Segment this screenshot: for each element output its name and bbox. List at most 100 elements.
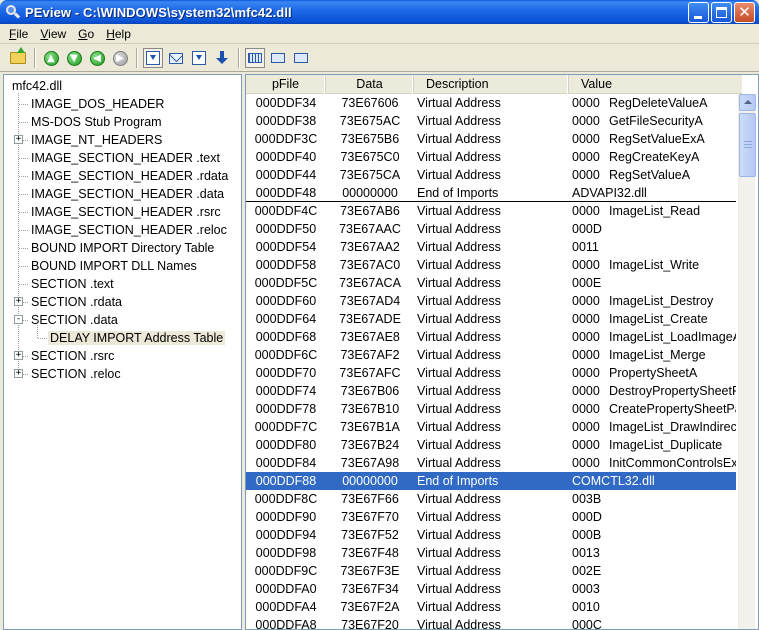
scroll-up-button[interactable]: [739, 94, 756, 111]
go-down-button[interactable]: ▼: [64, 48, 84, 68]
tree-item[interactable]: IMAGE_SECTION_HEADER .rdata: [29, 167, 230, 185]
table-row[interactable]: 000DDF54 73E67AA2 Virtual Address 0011: [246, 238, 736, 256]
cell-value: 0000 ImageList_LoadImageA: [569, 328, 736, 346]
close-button[interactable]: ✕: [734, 2, 755, 23]
column-header-description[interactable]: Description: [414, 75, 569, 94]
column-header-pfile[interactable]: pFile: [246, 75, 326, 94]
table-row[interactable]: 000DDF50 73E67AAC Virtual Address 000D: [246, 220, 736, 238]
go-back-button[interactable]: ◀: [87, 48, 107, 68]
tree-item[interactable]: IMAGE_NT_HEADERS: [29, 131, 164, 149]
tree-item[interactable]: IMAGE_SECTION_HEADER .data: [29, 185, 226, 203]
title-bar[interactable]: PEview - C:\WINDOWS\system32\mfc42.dll ✕: [0, 0, 759, 24]
cell-pfile: 000DDF40: [255, 150, 317, 164]
tree-item[interactable]: SECTION .text: [29, 275, 116, 293]
toolbar: ▲ ▼ ◀ ▶: [0, 45, 759, 72]
table-row[interactable]: 000DDF90 73E67F70 Virtual Address 000D: [246, 508, 736, 526]
tree-item[interactable]: SECTION .data: [29, 311, 120, 329]
table-row[interactable]: 000DDFA8 73E67F20 Virtual Address 000C: [246, 616, 736, 630]
view-dword-button[interactable]: [291, 48, 311, 68]
minimize-button[interactable]: [688, 2, 709, 23]
tree-item[interactable]: SECTION .rdata: [29, 293, 124, 311]
data-list[interactable]: pFile Data Description Value 000DDF34 73E…: [245, 74, 759, 630]
view-data-button[interactable]: [143, 48, 163, 68]
expand-plus-icon[interactable]: +: [14, 369, 23, 378]
tree-item[interactable]: IMAGE_SECTION_HEADER .rsrc: [29, 203, 223, 221]
table-row[interactable]: 000DDF9C 73E67F3E Virtual Address 002E: [246, 562, 736, 580]
close-icon: ✕: [738, 3, 751, 21]
value-hint: 000C: [572, 618, 602, 630]
table-row[interactable]: 000DDF78 73E67B10 Virtual Address 0000 Creat…: [246, 400, 736, 418]
menu-file[interactable]: File: [3, 25, 34, 43]
table-row[interactable]: 000DDF70 73E67AFC Virtual Address 0000 Prope…: [246, 364, 736, 382]
tree-item[interactable]: SECTION .rsrc: [29, 347, 116, 365]
table-row[interactable]: 000DDF6C 73E67AF2 Virtual Address 0000 Image…: [246, 346, 736, 364]
go-forward-button[interactable]: ▶: [110, 48, 130, 68]
chevron-up-icon: [744, 100, 752, 104]
view-word-button[interactable]: [268, 48, 288, 68]
collapse-minus-icon[interactable]: -: [14, 315, 23, 324]
tree-item[interactable]: SECTION .reloc: [29, 365, 123, 383]
table-row[interactable]: 000DDF44 73E675CA Virtual Address 0000 RegSe…: [246, 166, 736, 184]
table-row[interactable]: 000DDF68 73E67AE8 Virtual Address 0000 Image…: [246, 328, 736, 346]
table-row[interactable]: 000DDF84 73E67A98 Virtual Address 0000 InitC…: [246, 454, 736, 472]
tree-item[interactable]: IMAGE_DOS_HEADER: [29, 95, 166, 113]
tree-item[interactable]: BOUND IMPORT Directory Table: [29, 239, 216, 257]
open-file-button[interactable]: [8, 47, 28, 68]
value-hint: 0000: [572, 168, 600, 182]
table-row[interactable]: 000DDF48 00000000 End of Imports ADVAPI32.d…: [246, 184, 736, 202]
menu-view[interactable]: View: [34, 25, 72, 43]
go-up-button[interactable]: ▲: [41, 48, 61, 68]
tree-item[interactable]: MS-DOS Stub Program: [29, 113, 164, 131]
table-row[interactable]: 000DDF58 73E67AC0 Virtual Address 0000 Image…: [246, 256, 736, 274]
table-row[interactable]: 000DDF98 73E67F48 Virtual Address 0013: [246, 544, 736, 562]
maximize-button[interactable]: [711, 2, 732, 23]
menu-help[interactable]: Help: [100, 25, 137, 43]
table-row[interactable]: 000DDF60 73E67AD4 Virtual Address 0000 Image…: [246, 292, 736, 310]
value-name: ImageList_Write: [609, 258, 700, 272]
scroll-thumb[interactable]: [739, 113, 756, 177]
table-row[interactable]: 000DDF94 73E67F52 Virtual Address 000B: [246, 526, 736, 544]
table-row[interactable]: 000DDF88 00000000 End of Imports COMCTL32.d…: [246, 472, 736, 490]
export-button[interactable]: [189, 48, 209, 68]
table-row[interactable]: 000DDF4C 73E67AB6 Virtual Address 0000 Image…: [246, 202, 736, 220]
cell-value: 002E: [569, 562, 736, 580]
table-row[interactable]: 000DDF5C 73E67ACA Virtual Address 000E: [246, 274, 736, 292]
cell-value: 0000 ImageList_Read: [569, 202, 736, 220]
column-header-data[interactable]: Data: [326, 75, 414, 94]
save-button[interactable]: [212, 48, 232, 68]
table-row[interactable]: 000DDF40 73E675C0 Virtual Address 0000 RegCr…: [246, 148, 736, 166]
vertical-scrollbar[interactable]: [738, 94, 756, 629]
expand-plus-icon[interactable]: +: [14, 135, 23, 144]
expand-plus-icon[interactable]: +: [14, 351, 23, 360]
cell-description: Virtual Address: [417, 312, 501, 326]
menu-go[interactable]: Go: [72, 25, 100, 43]
column-header-value[interactable]: Value: [569, 75, 743, 94]
cell-value: ADVAPI32.dll: [569, 184, 736, 201]
table-row[interactable]: 000DDF38 73E675AC Virtual Address 0000 GetFi…: [246, 112, 736, 130]
expand-plus-icon[interactable]: +: [14, 297, 23, 306]
tree-item[interactable]: IMAGE_SECTION_HEADER .text: [29, 149, 222, 167]
tree-connector-line: [19, 158, 28, 159]
table-row[interactable]: 000DDFA4 73E67F2A Virtual Address 0010: [246, 598, 736, 616]
cell-value: 0000 RegSetValueA: [569, 166, 736, 184]
value-hint: 0000: [572, 366, 600, 380]
table-row[interactable]: 000DDF3C 73E675B6 Virtual Address 0000 RegSe…: [246, 130, 736, 148]
view-envelope-button[interactable]: [166, 48, 186, 68]
tree-item[interactable]: DELAY IMPORT Address Table: [48, 329, 226, 347]
view-byte-button[interactable]: [245, 48, 265, 68]
tree-item[interactable]: BOUND IMPORT DLL Names: [29, 257, 199, 275]
table-row[interactable]: 000DDF64 73E67ADE Virtual Address 0000 Image…: [246, 310, 736, 328]
cell-value: 000D: [569, 508, 736, 526]
structure-tree[interactable]: mfc42.dll IMAGE_DOS_HEADER MS-DOS Stub Pr…: [3, 74, 242, 630]
table-row[interactable]: 000DDFA0 73E67F34 Virtual Address 0003: [246, 580, 736, 598]
table-row[interactable]: 000DDF8C 73E67F66 Virtual Address 003B: [246, 490, 736, 508]
table-row[interactable]: 000DDF34 73E67606 Virtual Address 0000 RegDe…: [246, 94, 736, 112]
table-row[interactable]: 000DDF80 73E67B24 Virtual Address 0000 Image…: [246, 436, 736, 454]
cell-data: 73E67AB6: [340, 204, 400, 218]
table-row[interactable]: 000DDF7C 73E67B1A Virtual Address 0000 Image…: [246, 418, 736, 436]
tree-item[interactable]: IMAGE_SECTION_HEADER .reloc: [29, 221, 229, 239]
cell-value: 0000 DestroyPropertySheetPage: [569, 382, 736, 400]
cell-data: 73E67606: [341, 96, 399, 110]
cell-value: COMCTL32.dll: [569, 472, 736, 490]
table-row[interactable]: 000DDF74 73E67B06 Virtual Address 0000 Destr…: [246, 382, 736, 400]
